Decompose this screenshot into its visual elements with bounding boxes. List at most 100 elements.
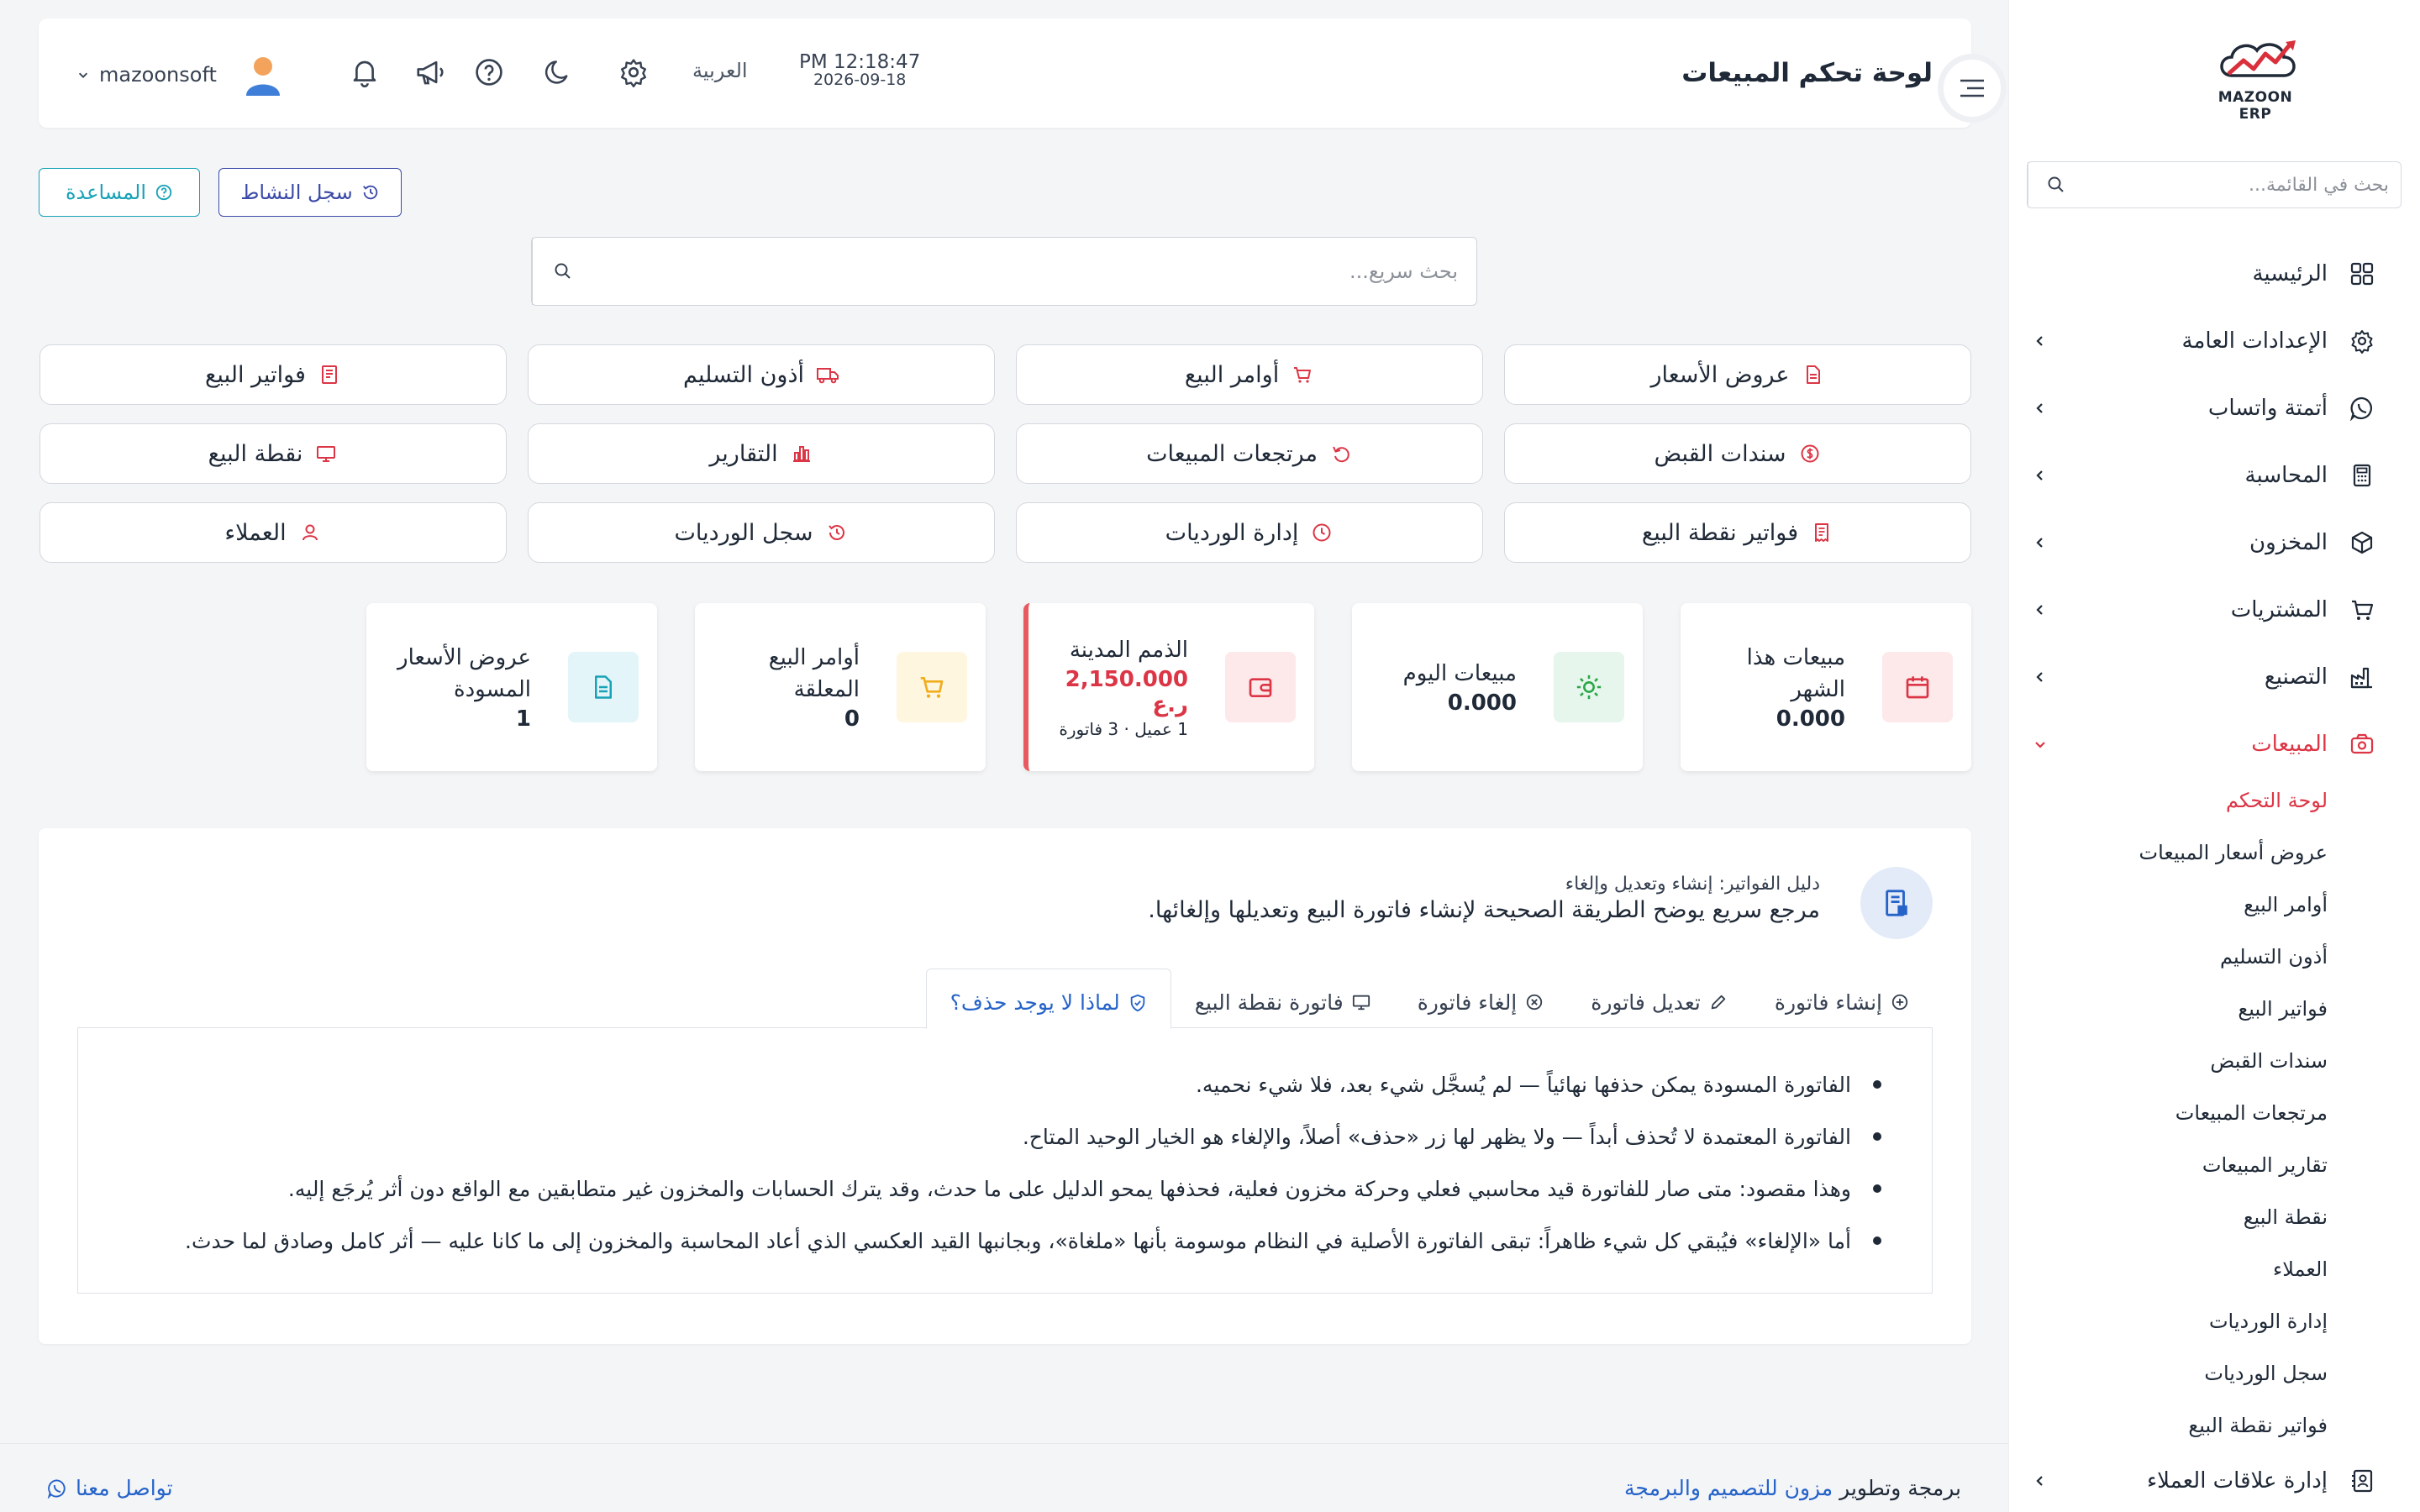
chevron-left-icon xyxy=(2028,464,2052,487)
sidebar-item-purchases[interactable]: المشتريات xyxy=(2023,576,2376,643)
chart-icon xyxy=(790,442,813,465)
user-menu[interactable]: mazoonsoft xyxy=(77,52,284,97)
activity-log-button[interactable]: سجل النشاط xyxy=(218,168,402,217)
shortcut-label: العملاء xyxy=(224,519,287,546)
sidebar-subitem-customers[interactable]: العملاء xyxy=(2023,1243,2376,1295)
tab-content: الفاتورة المسودة يمكن حذفها نهائياً — لم… xyxy=(77,1028,1933,1294)
user-icon xyxy=(298,521,322,544)
stat-title: مبيعات اليوم xyxy=(1402,661,1517,687)
pencil-icon xyxy=(1709,993,1728,1011)
help-button[interactable]: المساعدة xyxy=(39,168,200,217)
shortcut-customers[interactable]: العملاء xyxy=(39,502,507,563)
tab-cancel-invoice[interactable]: إلغاء فاتورة xyxy=(1394,977,1568,1027)
grid-icon xyxy=(2348,260,2376,288)
moon-icon[interactable] xyxy=(539,54,576,91)
stat-subtext: 1 عميل · 3 فاتورة xyxy=(1059,718,1188,739)
activity-log-label: سجل النشاط xyxy=(240,181,353,204)
stat-title: مبيعات هذا الشهر xyxy=(1746,645,1845,702)
sidebar-subitem-sales-reports[interactable]: تقارير المبيعات xyxy=(2023,1139,2376,1191)
cash-register-icon xyxy=(2348,730,2376,759)
sidebar-subitem-receipts[interactable]: سندات القبض xyxy=(2023,1035,2376,1087)
logo[interactable]: MAZOON ERP xyxy=(2205,37,2306,123)
sidebar-search-input[interactable] xyxy=(2083,174,2401,196)
stat-card-month-sales: مبيعات هذا الشهر 0.000 xyxy=(1681,603,1971,771)
sidebar-item-home[interactable]: الرئيسية xyxy=(2023,240,2376,307)
stat-value: 0.000 xyxy=(1447,690,1517,716)
bell-icon[interactable] xyxy=(346,54,383,91)
clock: PM 12:18:47 2026-09-18 xyxy=(799,52,920,89)
shortcut-pos[interactable]: نقطة البيع xyxy=(39,423,507,484)
shortcut-sales-invoices[interactable]: فواتير البيع xyxy=(39,344,507,405)
sidebar-item-sales[interactable]: المبيعات xyxy=(2023,711,2376,778)
guide-description: مرجع سريع يوضح الطريقة الصحيحة لإنشاء فا… xyxy=(1148,897,1820,923)
company-link[interactable]: مزون للتصميم والبرمجة xyxy=(1624,1476,1833,1500)
tab-pos-invoice[interactable]: فاتورة نقطة البيع xyxy=(1171,977,1394,1027)
menu-toggle-icon[interactable] xyxy=(1938,54,2007,123)
shortcut-quotations[interactable]: عروض الأسعار xyxy=(1504,344,1971,405)
clock-icon xyxy=(1310,521,1334,544)
cart-icon xyxy=(897,652,967,722)
guide-point: الفاتورة المعتمدة لا تُحذف أبداً — ولا ي… xyxy=(112,1110,1881,1163)
sidebar-subitem-quotations[interactable]: عروض أسعار المبيعات xyxy=(2023,827,2376,879)
top-header: لوحة تحكم المبيعات PM 12:18:47 2026-09-1… xyxy=(39,18,2007,128)
tab-edit-invoice[interactable]: تعديل فاتورة xyxy=(1567,977,1751,1027)
help-circle-icon xyxy=(155,183,173,202)
sidebar-item-manufacturing[interactable]: التصنيع xyxy=(2023,643,2376,711)
sidebar-subitem-sales-returns[interactable]: مرتجعات المبيعات xyxy=(2023,1087,2376,1139)
sidebar-subitem-dashboard[interactable]: لوحة التحكم xyxy=(2023,774,2376,827)
page-title: لوحة تحكم المبيعات xyxy=(1681,58,1933,88)
contact-us-link[interactable]: تواصل معنا xyxy=(47,1476,173,1500)
tab-why-no-delete[interactable]: لماذا لا يوجد حذف؟ xyxy=(925,968,1171,1029)
truck-icon xyxy=(816,363,839,386)
shortcut-grid: عروض الأسعار أوامر البيع أذون التسليم فو… xyxy=(39,344,1971,563)
tab-create-invoice[interactable]: إنشاء فاتورة xyxy=(1751,977,1933,1027)
sidebar-subitem-delivery-notes[interactable]: أذون التسليم xyxy=(2023,931,2376,983)
sidebar-subitem-shift-log[interactable]: سجل الورديات xyxy=(2023,1347,2376,1399)
stat-card-receivables[interactable]: الذمم المدينة 2,150.000 ر.ع 1 عميل · 3 ف… xyxy=(1023,603,1314,771)
gear-icon xyxy=(2348,327,2376,355)
help-circle-icon[interactable] xyxy=(471,54,508,91)
sidebar-item-general-settings[interactable]: الإعدادات العامة xyxy=(2023,307,2376,375)
sidebar-item-label: إدارة علاقات العملاء xyxy=(2146,1468,2328,1494)
language-switch[interactable]: العربية xyxy=(692,59,748,82)
search-icon[interactable] xyxy=(532,238,592,305)
chevron-down-icon xyxy=(2028,732,2052,756)
shortcut-receipts[interactable]: سندات القبض xyxy=(1504,423,1971,484)
shortcut-sales-returns[interactable]: مرتجعات المبيعات xyxy=(1016,423,1483,484)
megaphone-icon[interactable] xyxy=(412,54,449,91)
sidebar-item-label: الرئيسية xyxy=(2252,261,2328,286)
shortcut-shift-management[interactable]: إدارة الورديات xyxy=(1016,502,1483,563)
sidebar-subitem-sales-orders[interactable]: أوامر البيع xyxy=(2023,879,2376,931)
sidebar-item-inventory[interactable]: المخزون xyxy=(2023,509,2376,576)
quick-search[interactable] xyxy=(531,237,1477,306)
shortcut-pos-invoices[interactable]: فواتير نقطة البيع xyxy=(1504,502,1971,563)
shortcut-label: أذون التسليم xyxy=(683,361,804,388)
help-label: المساعدة xyxy=(65,181,147,204)
document-icon xyxy=(568,652,639,722)
clock-time: PM 12:18:47 xyxy=(799,51,921,73)
sidebar-item-label: المحاسبة xyxy=(2244,463,2328,488)
search-icon[interactable] xyxy=(2028,162,2083,207)
monitor-icon xyxy=(1352,993,1370,1011)
sidebar-item-label: المخزون xyxy=(2249,530,2328,555)
sidebar-item-accounting[interactable]: المحاسبة xyxy=(2023,442,2376,509)
stat-title: أوامر البيع المعلقة xyxy=(768,645,860,702)
sidebar-search[interactable] xyxy=(2027,161,2402,208)
sidebar-subitem-sales-invoices[interactable]: فواتير البيع xyxy=(2023,983,2376,1035)
shortcut-reports[interactable]: التقارير xyxy=(528,423,995,484)
wallet-icon xyxy=(1225,652,1296,722)
sidebar-item-whatsapp[interactable]: أتمتة واتساب xyxy=(2023,375,2376,442)
tab-label: لماذا لا يوجد حذف؟ xyxy=(950,990,1120,1015)
sidebar-subitem-pos-invoices[interactable]: فواتير نقطة البيع xyxy=(2023,1399,2376,1452)
quick-search-input[interactable] xyxy=(592,260,1476,283)
shortcut-sales-orders[interactable]: أوامر البيع xyxy=(1016,344,1483,405)
guide-point: الفاتورة المسودة يمكن حذفها نهائياً — لم… xyxy=(112,1058,1881,1110)
sidebar-subitem-shift-management[interactable]: إدارة الورديات xyxy=(2023,1295,2376,1347)
shortcut-shift-log[interactable]: سجل الورديات xyxy=(528,502,995,563)
sidebar-subitem-pos[interactable]: نقطة البيع xyxy=(2023,1191,2376,1243)
sales-submenu: لوحة التحكم عروض أسعار المبيعات أوامر ال… xyxy=(2023,774,2376,1452)
shortcut-delivery-notes[interactable]: أذون التسليم xyxy=(528,344,995,405)
sidebar-item-crm[interactable]: إدارة علاقات العملاء xyxy=(2023,1452,2376,1510)
settings-gear-icon[interactable] xyxy=(615,54,652,91)
shortcut-label: سجل الورديات xyxy=(674,519,813,546)
